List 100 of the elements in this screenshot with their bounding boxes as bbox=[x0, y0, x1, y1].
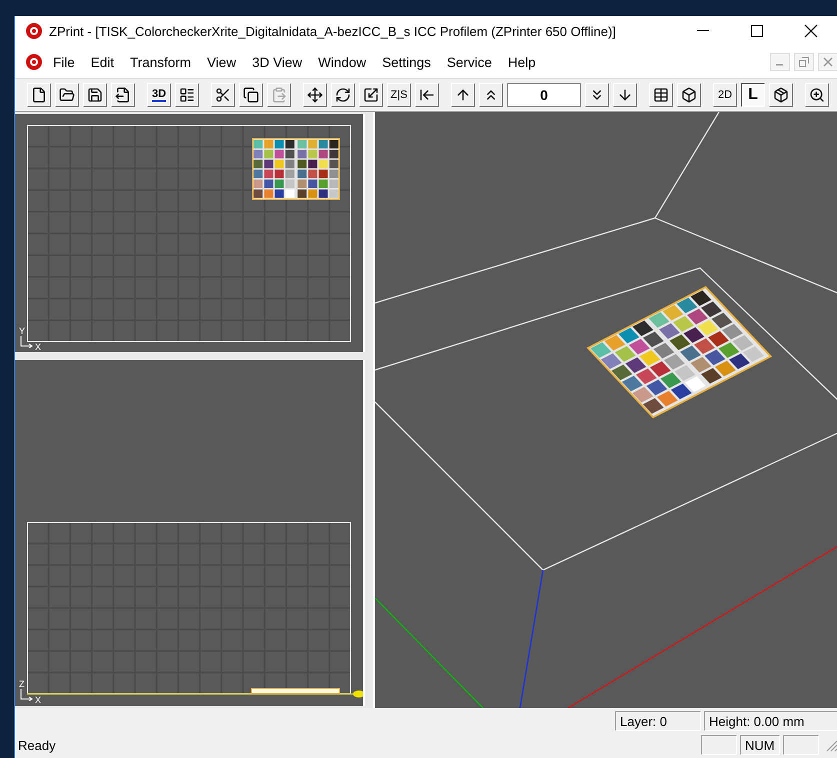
color-patch bbox=[590, 342, 612, 358]
height-readout: Height: 0.00 mm bbox=[704, 711, 837, 731]
menu-item[interactable]: Settings bbox=[374, 54, 439, 70]
toolbar-button[interactable]: 2D bbox=[713, 83, 737, 107]
color-patch bbox=[718, 342, 740, 358]
toolbar-button[interactable] bbox=[479, 83, 503, 107]
color-patch bbox=[687, 308, 708, 324]
color-patch bbox=[642, 332, 664, 348]
toolbar-button[interactable] bbox=[27, 83, 51, 107]
toolbar-button[interactable] bbox=[677, 83, 701, 107]
list-icon bbox=[179, 87, 195, 103]
color-patch bbox=[676, 298, 698, 314]
toolbar-button[interactable] bbox=[331, 83, 355, 107]
close-icon bbox=[823, 57, 833, 67]
folder-icon bbox=[59, 87, 75, 103]
status-message: Ready bbox=[17, 738, 56, 752]
color-patch bbox=[712, 312, 732, 328]
close-icon bbox=[804, 24, 818, 38]
toolbar-button[interactable] bbox=[211, 83, 235, 107]
toolbar-button[interactable] bbox=[111, 83, 135, 107]
color-patch bbox=[732, 335, 754, 351]
color-patch bbox=[694, 338, 715, 354]
resize-grip-icon[interactable] bbox=[824, 738, 837, 752]
toolbar-button[interactable] bbox=[769, 83, 793, 107]
menu-item[interactable]: 3D View bbox=[244, 54, 310, 70]
color-patch bbox=[660, 372, 682, 388]
toolbar-button[interactable] bbox=[55, 83, 79, 107]
toolbar-button[interactable] bbox=[359, 83, 383, 107]
maximize-icon bbox=[751, 25, 763, 37]
menu-item[interactable]: Help bbox=[500, 54, 544, 70]
toolbar-button[interactable] bbox=[239, 83, 263, 107]
scale-icon bbox=[363, 87, 379, 103]
color-patch bbox=[670, 384, 692, 400]
color-patch bbox=[656, 390, 678, 406]
minimize-button[interactable] bbox=[770, 53, 790, 71]
toolbar-button[interactable] bbox=[805, 83, 829, 107]
menu-item[interactable]: File bbox=[45, 54, 83, 70]
toolbar-button[interactable] bbox=[649, 83, 673, 107]
color-patch bbox=[684, 327, 704, 343]
zoom-in-icon bbox=[809, 87, 825, 103]
page-arrow-icon bbox=[115, 87, 131, 103]
restore-button[interactable] bbox=[794, 53, 814, 71]
move-arrows-icon bbox=[307, 87, 323, 103]
toolbar-button[interactable]: Z|S bbox=[387, 83, 411, 107]
menu-item[interactable]: View bbox=[199, 54, 244, 70]
color-patch bbox=[646, 380, 668, 396]
color-patch bbox=[704, 350, 726, 366]
app-logo-icon bbox=[25, 22, 43, 40]
toolbar-button[interactable] bbox=[585, 83, 609, 107]
menu-item[interactable]: Edit bbox=[82, 54, 122, 70]
clipboard-icon bbox=[271, 87, 287, 103]
color-patch bbox=[611, 364, 632, 380]
copy-icon bbox=[243, 87, 259, 103]
color-patch bbox=[684, 376, 706, 392]
layer-field[interactable]: 0 bbox=[507, 83, 581, 107]
layer-readout: Layer: 0 bbox=[615, 711, 701, 731]
menu-item[interactable]: Transform bbox=[122, 54, 200, 70]
color-patch bbox=[622, 376, 643, 392]
color-patch bbox=[639, 350, 660, 366]
color-patch bbox=[662, 304, 684, 321]
rotate-icon bbox=[335, 87, 351, 103]
color-patch bbox=[670, 334, 690, 350]
color-patch bbox=[722, 324, 743, 340]
color-patch bbox=[659, 323, 680, 339]
status-pane bbox=[701, 735, 737, 755]
file-icon bbox=[31, 87, 47, 103]
key-indicator: NUM bbox=[740, 735, 780, 755]
toolbar-button[interactable] bbox=[415, 83, 439, 107]
axis-label: X bbox=[35, 343, 42, 352]
axis-label: X bbox=[35, 696, 42, 705]
color-patch bbox=[625, 357, 646, 373]
toolbar-button[interactable]: L bbox=[741, 83, 765, 107]
menu-item[interactable]: Window bbox=[310, 54, 374, 70]
toolbar-button[interactable] bbox=[175, 83, 199, 107]
arrow-down-icon bbox=[617, 87, 633, 103]
axis-label: Z bbox=[19, 680, 24, 689]
color-patch bbox=[701, 302, 722, 318]
color-patch bbox=[701, 368, 722, 384]
color-patch bbox=[614, 346, 636, 362]
axis-icon bbox=[20, 336, 33, 348]
color-patch bbox=[715, 360, 736, 376]
toolbar-button[interactable] bbox=[613, 83, 637, 107]
toolbar-button[interactable] bbox=[451, 83, 475, 107]
color-patch bbox=[628, 338, 650, 355]
color-patch bbox=[690, 356, 712, 372]
toolbar-button[interactable]: 3D bbox=[147, 83, 171, 107]
align-left-icon bbox=[419, 87, 435, 103]
axis-icon bbox=[20, 689, 33, 701]
color-patch bbox=[690, 290, 712, 306]
menu-item[interactable]: Service bbox=[438, 54, 500, 70]
axis-label: Y bbox=[19, 327, 26, 336]
color-patch bbox=[632, 320, 654, 336]
color-patch bbox=[698, 320, 718, 336]
color-patch bbox=[632, 386, 654, 403]
color-patch bbox=[604, 334, 626, 351]
toolbar-button[interactable] bbox=[303, 83, 327, 107]
table-icon bbox=[653, 87, 669, 103]
color-patch bbox=[680, 346, 701, 362]
window-title: ZPrint - [TISK_ColorcheckerXrite_Digitalnidata_A-bezICC_B_s ICC Profilem (ZPrinter 650 Offline)] bbox=[49, 24, 617, 38]
toolbar-button[interactable] bbox=[83, 83, 107, 107]
